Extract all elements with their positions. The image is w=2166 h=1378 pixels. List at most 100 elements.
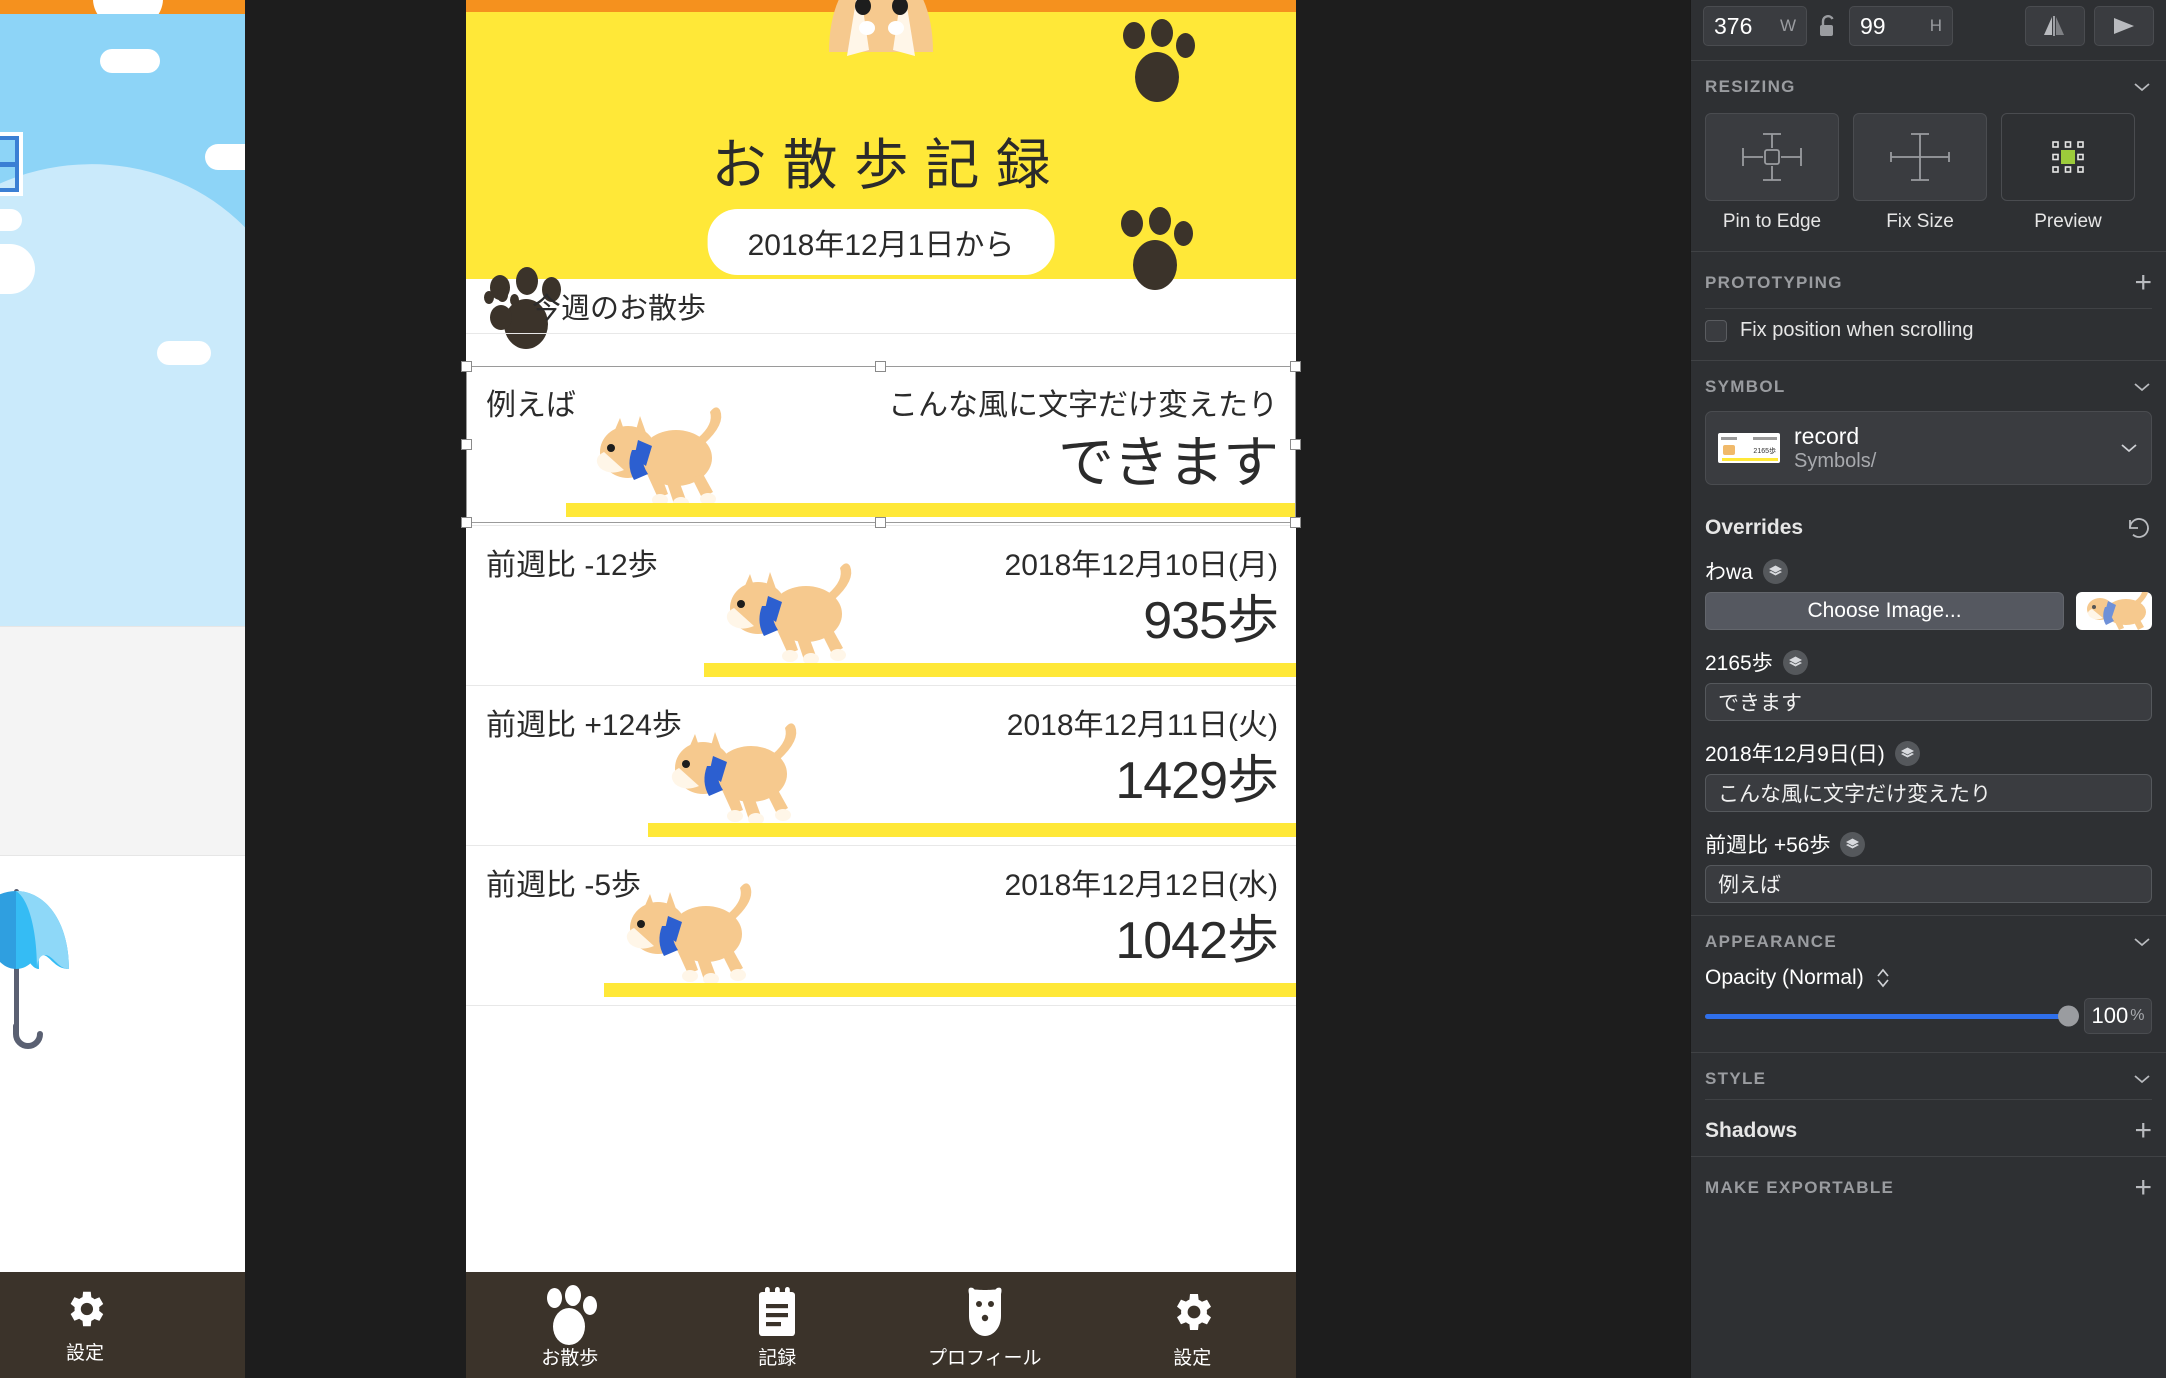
fix-position-row[interactable]: Fix position when scrolling	[1691, 309, 2166, 360]
cloud-shape	[157, 341, 211, 365]
selection-handle-se[interactable]	[1290, 517, 1301, 528]
opacity-row[interactable]: Opacity (Normal)	[1691, 962, 2166, 996]
tab-label: プロフィール	[927, 1348, 1042, 1369]
paw-icon	[541, 1285, 599, 1345]
selection-handle-s[interactable]	[875, 517, 886, 528]
override-label: 2018年12月9日(日)	[1705, 743, 1885, 766]
section-title: MAKE EXPORTABLE	[1705, 1178, 1895, 1197]
left-artboard-tabbar[interactable]: 設定	[0, 1272, 245, 1378]
selection-handle-w[interactable]	[461, 439, 472, 450]
override-label: 前週比 +56歩	[1705, 834, 1831, 857]
selection-handle-e[interactable]	[1290, 439, 1301, 450]
chevron-down-icon[interactable]	[2132, 1073, 2152, 1085]
opacity-value: 100	[2091, 1003, 2129, 1028]
opacity-slider-knob[interactable]	[2058, 1005, 2079, 1027]
override-image-row[interactable]: Choose Image...	[1705, 592, 2152, 630]
selection-handle-sw[interactable]	[461, 517, 472, 528]
section-title: APPEARANCE	[1705, 932, 1838, 951]
sky-background	[0, 14, 245, 705]
stepper-icon[interactable]	[1875, 967, 1891, 989]
umbrella-icon	[0, 889, 69, 1049]
selection-handle-n[interactable]	[875, 361, 886, 372]
tab-settings[interactable]: 設定	[62, 1286, 108, 1365]
tab-record[interactable]: 記録	[674, 1286, 882, 1370]
resizing-fix-size[interactable]: Fix Size	[1853, 113, 1987, 233]
size-toolbar[interactable]: 376 W 99 H	[1691, 0, 2166, 60]
symbol-selector[interactable]: 2165歩 record Symbols/	[1705, 411, 2152, 485]
row-delta: 前週比 -12歩	[486, 549, 658, 582]
override-text-input[interactable]: こんな風に文字だけ変えたり	[1705, 774, 2152, 812]
table-row[interactable]: 前週比 +124歩 2018年12月11日(火) 1429歩	[466, 686, 1296, 846]
plus-icon[interactable]: +	[2134, 1173, 2152, 1203]
row-steps: 935歩	[1143, 592, 1279, 650]
layers-glyph	[1768, 565, 1782, 575]
opacity-value-field[interactable]: 100 %	[2084, 998, 2152, 1034]
override-text-input[interactable]: 例えば	[1705, 865, 2152, 903]
section-header-this-week: 今週のお散歩	[466, 279, 1296, 334]
plus-icon[interactable]: +	[2134, 1116, 2152, 1146]
override-label-row: 2165歩	[1691, 642, 2166, 683]
resizing-preview[interactable]: Preview	[2001, 113, 2135, 233]
plus-icon[interactable]: +	[2134, 268, 2152, 298]
resizing-pin-to-edge[interactable]: Pin to Edge	[1705, 113, 1839, 233]
table-row[interactable]: 前週比 -5歩 2018年12月12日(水) 1042歩	[466, 846, 1296, 1006]
preview-icon	[2052, 141, 2084, 173]
section-style-header[interactable]: STYLE	[1691, 1053, 2166, 1099]
section-appearance-header[interactable]: APPEARANCE	[1691, 916, 2166, 962]
resizing-label: Pin to Edge	[1722, 211, 1822, 232]
chevron-down-icon[interactable]	[2132, 381, 2152, 393]
table-row[interactable]: 前週比 -12歩 2018年12月10日(月) 935歩	[466, 526, 1296, 686]
height-input[interactable]: 99 H	[1849, 6, 1953, 46]
row-delta: 例えば	[486, 389, 576, 422]
opacity-slider[interactable]	[1705, 1005, 2079, 1027]
override-text-input[interactable]: できます	[1705, 683, 2152, 721]
design-canvas[interactable]: 設定 J	[0, 0, 1690, 1378]
selection-handle-nw[interactable]	[461, 361, 472, 372]
tab-walk[interactable]: お散歩	[466, 1285, 674, 1370]
section-title: STYLE	[1705, 1069, 1767, 1088]
override-label-row: 2018年12月9日(日)	[1691, 733, 2166, 774]
section-resizing-header[interactable]: RESIZING	[1691, 61, 2166, 107]
width-value: 376	[1714, 12, 1753, 39]
section-overrides-header[interactable]: Overrides	[1691, 499, 2166, 551]
fix-size-button[interactable]	[1853, 113, 1987, 201]
artboard-record-screen[interactable]: J	[466, 0, 1296, 1378]
layers-icon	[1840, 831, 1866, 857]
pin-to-edge-icon	[1742, 133, 1802, 181]
chevron-down-icon[interactable]	[2132, 936, 2152, 948]
flip-horizontal-button[interactable]	[2025, 6, 2085, 46]
cloud-shape	[0, 209, 22, 231]
resizing-label: Fix Size	[1886, 211, 1954, 232]
opacity-slider-fill	[1705, 1013, 2070, 1019]
tab-settings[interactable]: 設定	[1089, 1286, 1297, 1370]
chevron-down-icon[interactable]	[2132, 81, 2152, 93]
table-row[interactable]: 例えば こんな風に文字だけ変えたり できます	[466, 366, 1296, 526]
row-steps: 1429歩	[1115, 752, 1279, 810]
cloud-shape	[205, 144, 245, 170]
section-make-exportable-header[interactable]: MAKE EXPORTABLE +	[1691, 1157, 2166, 1213]
selection-handle-ne[interactable]	[1290, 361, 1301, 372]
section-prototyping-header[interactable]: PROTOTYPING +	[1691, 252, 2166, 308]
reset-icon[interactable]	[2126, 515, 2152, 541]
resizing-options[interactable]: Pin to Edge Fix Size Preview	[1691, 107, 2166, 251]
artboard-left-preview[interactable]: 設定	[0, 0, 245, 1378]
paw-icon	[484, 288, 520, 330]
tab-profile[interactable]: プロフィール	[881, 1286, 1089, 1370]
preview-button[interactable]	[2001, 113, 2135, 201]
flip-vertical-button[interactable]	[2094, 6, 2154, 46]
choose-image-button[interactable]: Choose Image...	[1705, 592, 2064, 630]
row-ground-bar	[604, 983, 1296, 997]
aspect-lock-button[interactable]	[1816, 12, 1840, 40]
chevron-down-icon[interactable]	[2119, 442, 2139, 454]
width-input[interactable]: 376 W	[1703, 6, 1807, 46]
inspector-panel[interactable]: 376 W 99 H RESIZING Pin to Edge Fix Size…	[1690, 0, 2166, 1378]
section-symbol-header[interactable]: SYMBOL	[1691, 361, 2166, 407]
main-artboard-tabbar[interactable]: お散歩 記録 プロフィール 設定	[466, 1272, 1296, 1378]
fix-position-checkbox[interactable]	[1705, 319, 1727, 342]
tab-label: 設定	[65, 1342, 104, 1364]
shadows-row[interactable]: Shadows +	[1691, 1100, 2166, 1156]
pin-to-edge-button[interactable]	[1705, 113, 1839, 201]
dog-image-thumbnail[interactable]	[2076, 592, 2152, 630]
opacity-slider-row[interactable]: 100 %	[1691, 996, 2166, 1052]
row-ground-bar	[566, 503, 1296, 517]
